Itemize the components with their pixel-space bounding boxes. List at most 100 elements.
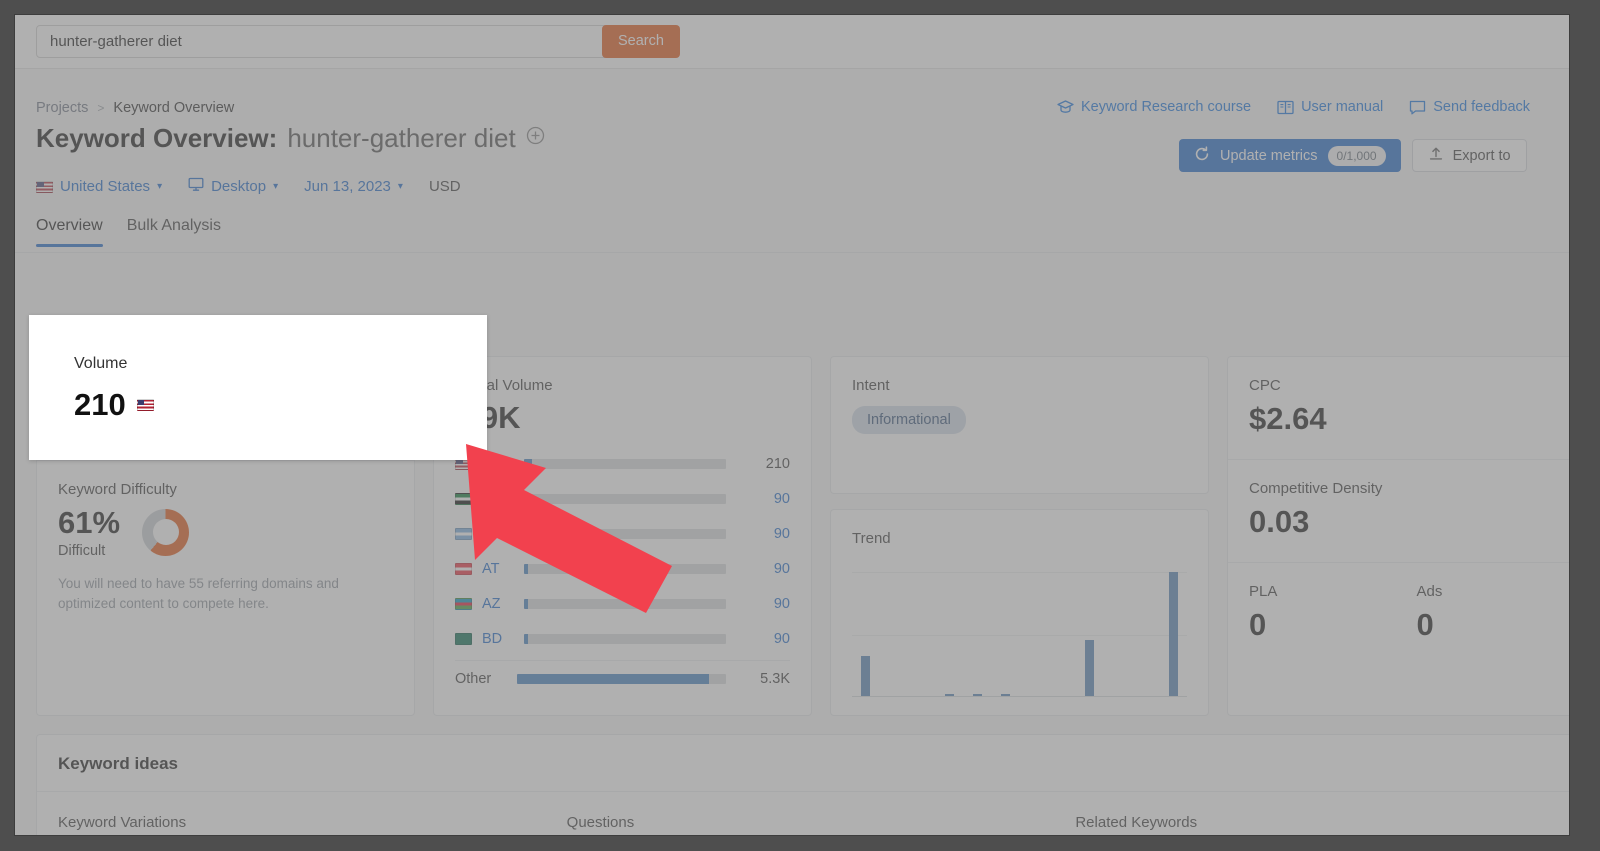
keyword-difficulty-note: You will need to have 55 referring domai… — [58, 576, 339, 611]
country-volume-value: 90 — [773, 595, 790, 612]
country-volume-row[interactable]: AE 90 — [434, 481, 811, 516]
other-value: 5.3K — [760, 670, 790, 687]
breadcrumb-projects[interactable]: Projects — [36, 100, 88, 116]
page-title-keyword: hunter-gatherer diet — [287, 123, 516, 153]
keyword-ideas-column[interactable]: Keyword Variations176Total volume: 1.7K — [58, 814, 567, 835]
keyword-ideas-column[interactable]: Questions24Total volume: 50 — [567, 814, 1076, 835]
monitor-icon — [188, 177, 204, 196]
pla-ads-section: PLA 0 Ads 0 — [1228, 563, 1569, 643]
at-flag-icon — [455, 562, 472, 575]
trend-bar-column — [992, 572, 1020, 696]
country-volume-bar — [524, 528, 726, 539]
device-filter-label: Desktop — [211, 178, 267, 195]
country-volume-value: 210 — [765, 455, 790, 472]
country-volume-row[interactable]: AZ 90 — [434, 586, 811, 621]
chevron-down-icon: ▾ — [273, 181, 279, 192]
country-filter[interactable]: United States ▾ — [36, 178, 162, 195]
search-field-wrapper[interactable]: × — [36, 25, 671, 58]
trend-header: Trend — [831, 510, 1208, 547]
trend-bar-column — [936, 572, 964, 696]
header-links: Keyword Research course User manual Send… — [1057, 99, 1530, 115]
country-volume-row[interactable]: AR 90 — [434, 516, 811, 551]
export-button[interactable]: Export to — [1411, 139, 1527, 172]
trend-bar-column — [1020, 572, 1048, 696]
keyword-difficulty-label: Keyword Difficulty — [58, 481, 177, 498]
currency-label: USD — [428, 178, 461, 195]
update-metrics-button[interactable]: Update metrics 0/1,000 — [1179, 139, 1401, 172]
keyword-difficulty-value: 61% — [58, 505, 121, 540]
search-button[interactable]: Search — [602, 25, 680, 58]
header-actions: Update metrics 0/1,000 Export to — [1179, 139, 1527, 172]
trend-bar-column — [964, 572, 992, 696]
tab-bulk-analysis[interactable]: Bulk Analysis — [127, 217, 221, 247]
other-bar — [517, 673, 726, 684]
keyword-difficulty-value-row: 61% Difficult — [58, 505, 393, 559]
intent-card: Intent Informational — [830, 356, 1209, 494]
export-label: Export to — [1452, 147, 1511, 164]
country-volume-other-row: Other 5.3K — [434, 661, 811, 696]
country-volume-list: US 210 AE 90 AR 90 AT 90 AZ 90 BD 90 — [434, 446, 811, 656]
app-window: × Search Projects > Keyword Overview Key… — [14, 14, 1570, 836]
plus-circle-icon[interactable] — [526, 126, 545, 151]
pla-value: 0 — [1249, 607, 1267, 642]
device-filter[interactable]: Desktop ▾ — [188, 177, 278, 196]
country-volume-bar — [524, 563, 726, 574]
trend-bar-column — [1159, 572, 1187, 696]
speech-bubble-icon — [1409, 100, 1426, 115]
country-code: AT — [482, 560, 500, 577]
keyword-research-course-label: Keyword Research course — [1081, 99, 1252, 115]
trend-card: Trend — [830, 509, 1209, 716]
trend-label: Trend — [852, 530, 891, 547]
breadcrumb-current: Keyword Overview — [113, 100, 235, 116]
volume-callout-highlight: Volume 210 — [29, 315, 487, 460]
country-volume-value: 90 — [773, 560, 790, 577]
trend-bars — [852, 572, 1187, 696]
global-volume-value: 5.9K — [455, 400, 521, 435]
ads-block: Ads 0 — [1417, 583, 1570, 643]
tab-bar: Overview Bulk Analysis — [36, 217, 221, 247]
keyword-ideas-column-label: Keyword Variations — [58, 814, 187, 831]
search-input[interactable] — [37, 32, 644, 51]
trend-bar-column — [1131, 572, 1159, 696]
send-feedback-link[interactable]: Send feedback — [1409, 99, 1530, 115]
keyword-research-course-link[interactable]: Keyword Research course — [1057, 99, 1251, 115]
trend-bar-column — [908, 572, 936, 696]
global-volume-header: Global Volume 5.9K — [434, 357, 811, 446]
us-flag-icon — [36, 180, 53, 193]
trend-bar-column — [1047, 572, 1075, 696]
user-manual-label: User manual — [1301, 99, 1384, 115]
competitive-density-value: 0.03 — [1249, 504, 1310, 539]
competitive-density-label: Competitive Density — [1249, 480, 1383, 497]
user-manual-link[interactable]: User manual — [1277, 99, 1383, 115]
country-volume-bar — [524, 458, 726, 469]
book-icon — [1277, 100, 1294, 115]
country-volume-row[interactable]: AT 90 — [434, 551, 811, 586]
keyword-ideas-column-label: Questions — [566, 814, 635, 831]
send-feedback-label: Send feedback — [1433, 99, 1531, 115]
country-volume-bar — [524, 598, 726, 609]
trend-bar-column — [1075, 572, 1103, 696]
upload-icon — [1428, 146, 1444, 166]
pla-label: PLA — [1249, 583, 1278, 600]
ads-value: 0 — [1416, 607, 1434, 642]
date-filter[interactable]: Jun 13, 2023 ▾ — [304, 178, 403, 195]
intent-badge[interactable]: Informational — [852, 406, 966, 434]
tab-overview[interactable]: Overview — [36, 217, 103, 247]
country-volume-value: 90 — [773, 490, 790, 507]
other-label: Other — [455, 670, 492, 687]
country-volume-bar — [524, 633, 726, 644]
keyword-ideas-column[interactable]: Related Keywords762Total volume: 311.1K — [1075, 814, 1569, 835]
cpc-value: $2.64 — [1249, 401, 1327, 436]
chevron-down-icon: ▾ — [157, 181, 163, 192]
country-volume-row[interactable]: US 210 — [434, 446, 811, 481]
trend-chart — [852, 572, 1187, 697]
update-metrics-label: Update metrics — [1220, 147, 1318, 164]
country-code: AE — [482, 490, 502, 507]
ads-label: Ads — [1416, 583, 1443, 600]
graduation-cap-icon — [1057, 99, 1074, 115]
cpc-card: CPC $2.64 Competitive Density 0.03 PLA 0… — [1227, 356, 1569, 716]
ar-flag-icon — [455, 527, 472, 540]
cpc-label: CPC — [1249, 377, 1281, 394]
country-volume-row[interactable]: BD 90 — [434, 621, 811, 656]
tab-underline — [15, 252, 1569, 253]
